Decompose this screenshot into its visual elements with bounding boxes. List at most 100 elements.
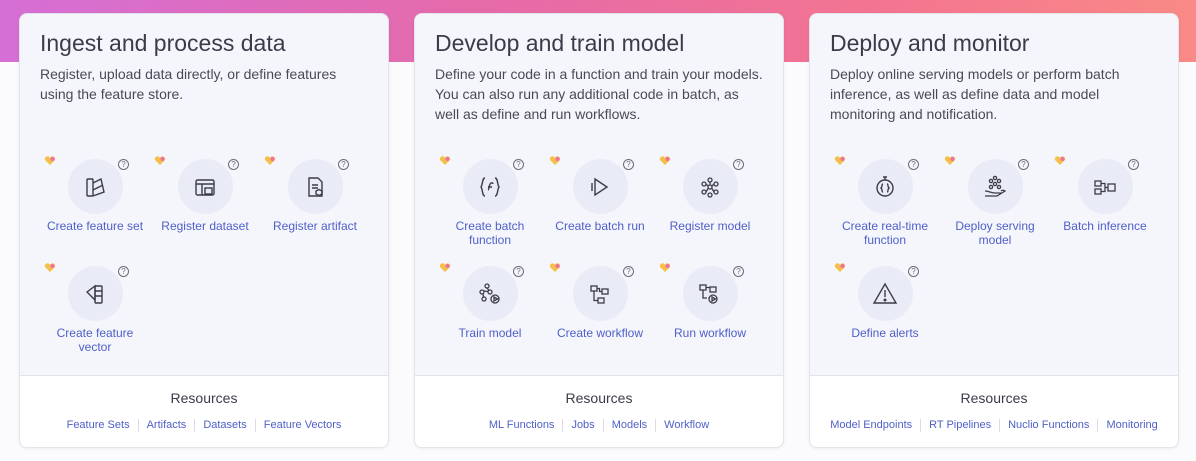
card-title: Ingest and process data <box>40 30 286 56</box>
resources-links: ML Functions Jobs Models Workflow <box>415 419 783 432</box>
card-title: Develop and train model <box>435 30 685 56</box>
alert-icon <box>857 266 913 321</box>
create-batch-function-button[interactable]: ? Create batch function <box>435 156 545 263</box>
heart-icon <box>944 156 956 165</box>
resource-link-models[interactable]: Models <box>602 419 655 432</box>
run-workflow-icon <box>682 266 738 321</box>
resource-link-workflow[interactable]: Workflow <box>655 419 717 432</box>
help-icon[interactable]: ? <box>513 159 524 170</box>
action-label: Create batch run <box>555 219 645 233</box>
heart-icon <box>549 156 561 165</box>
card-description: Deploy online serving models or perform … <box>830 66 1120 122</box>
resources-section: Resources Feature Sets Artifacts Dataset… <box>20 375 388 447</box>
help-icon[interactable]: ? <box>1128 159 1139 170</box>
action-label: Create workflow <box>556 326 644 340</box>
resource-link-rt-pipelines[interactable]: RT Pipelines <box>920 419 999 432</box>
create-feature-set-button[interactable]: ? Create feature set <box>40 156 150 263</box>
actions-grid: ? Create batch function ? Create batch r… <box>435 156 765 370</box>
heart-icon <box>439 156 451 165</box>
help-icon[interactable]: ? <box>513 266 524 277</box>
cards-container: Ingest and process data Register, upload… <box>19 13 1179 448</box>
resource-link-nuclio-functions[interactable]: Nuclio Functions <box>999 419 1097 432</box>
feature-vector-icon <box>67 266 123 321</box>
serving-model-icon <box>967 159 1023 214</box>
resource-link-feature-sets[interactable]: Feature Sets <box>59 419 138 432</box>
batch-inference-button[interactable]: ? Batch inference <box>1050 156 1160 263</box>
resources-section: Resources Model Endpoints RT Pipelines N… <box>810 375 1178 447</box>
help-icon[interactable]: ? <box>118 159 129 170</box>
heart-icon <box>659 156 671 165</box>
resources-links: Model Endpoints RT Pipelines Nuclio Func… <box>810 419 1178 432</box>
heart-icon <box>44 263 56 272</box>
batch-inference-icon <box>1077 159 1133 214</box>
resource-link-datasets[interactable]: Datasets <box>194 419 254 432</box>
resource-link-artifacts[interactable]: Artifacts <box>137 419 195 432</box>
action-label: Deploy serving model <box>955 219 1035 247</box>
card-description: Register, upload data directly, or defin… <box>40 66 337 102</box>
batch-function-icon <box>462 159 518 214</box>
help-icon[interactable]: ? <box>623 159 634 170</box>
register-artifact-button[interactable]: ? Register artifact <box>260 156 370 263</box>
resource-link-ml-functions[interactable]: ML Functions <box>481 419 563 432</box>
help-icon[interactable]: ? <box>1018 159 1029 170</box>
heart-icon <box>549 263 561 272</box>
create-workflow-button[interactable]: ? Create workflow <box>545 263 655 370</box>
create-feature-vector-button[interactable]: ? Create feature vector <box>40 263 150 370</box>
heart-icon <box>264 156 276 165</box>
card-deploy: Deploy and monitor Deploy online serving… <box>809 13 1179 448</box>
resource-link-monitoring[interactable]: Monitoring <box>1097 419 1165 432</box>
heart-icon <box>659 263 671 272</box>
heart-icon <box>44 156 56 165</box>
card-develop: Develop and train model Define your code… <box>414 13 784 448</box>
realtime-function-icon <box>857 159 913 214</box>
help-icon[interactable]: ? <box>623 266 634 277</box>
heart-icon <box>154 156 166 165</box>
artifact-icon <box>287 159 343 214</box>
register-model-button[interactable]: ? Register model <box>655 156 765 263</box>
actions-grid: ? Create feature set ? Register dataset … <box>40 156 370 370</box>
help-icon[interactable]: ? <box>733 159 744 170</box>
heart-icon <box>834 263 846 272</box>
help-icon[interactable]: ? <box>908 159 919 170</box>
help-icon[interactable]: ? <box>118 266 129 277</box>
help-icon[interactable]: ? <box>338 159 349 170</box>
create-batch-run-button[interactable]: ? Create batch run <box>545 156 655 263</box>
action-label: Batch inference <box>1063 219 1147 233</box>
train-model-button[interactable]: ? Train model <box>435 263 545 370</box>
resources-title: Resources <box>170 390 238 406</box>
feature-set-icon <box>67 159 123 214</box>
run-workflow-button[interactable]: ? Run workflow <box>655 263 765 370</box>
deploy-serving-model-button[interactable]: ? Deploy serving model <box>940 156 1050 263</box>
action-label: Create feature vector <box>56 326 134 354</box>
workflow-icon <box>572 266 628 321</box>
play-icon <box>572 159 628 214</box>
action-label: Create real-time function <box>841 219 929 247</box>
register-dataset-button[interactable]: ? Register dataset <box>150 156 260 263</box>
action-label: Register dataset <box>161 219 249 233</box>
card-description: Define your code in a function and train… <box>435 66 763 122</box>
resource-link-feature-vectors[interactable]: Feature Vectors <box>254 419 350 432</box>
dataset-icon <box>177 159 233 214</box>
resource-link-model-endpoints[interactable]: Model Endpoints <box>822 419 920 432</box>
help-icon[interactable]: ? <box>228 159 239 170</box>
train-model-icon <box>462 266 518 321</box>
help-icon[interactable]: ? <box>908 266 919 277</box>
action-label: Register artifact <box>272 219 358 233</box>
action-label: Train model <box>458 326 522 340</box>
resource-link-jobs[interactable]: Jobs <box>562 419 602 432</box>
create-realtime-function-button[interactable]: ? Create real-time function <box>830 156 940 263</box>
model-icon <box>682 159 738 214</box>
action-label: Run workflow <box>673 326 747 340</box>
actions-grid: ? Create real-time function ? Deploy ser… <box>830 156 1160 370</box>
action-label: Create batch function <box>455 219 525 247</box>
action-label: Define alerts <box>851 326 919 340</box>
resources-title: Resources <box>565 390 633 406</box>
resources-section: Resources ML Functions Jobs Models Workf… <box>415 375 783 447</box>
action-label: Create feature set <box>46 219 144 233</box>
help-icon[interactable]: ? <box>733 266 744 277</box>
define-alerts-button[interactable]: ? Define alerts <box>830 263 940 370</box>
resources-title: Resources <box>960 390 1028 406</box>
action-label: Register model <box>669 219 751 233</box>
card-title: Deploy and monitor <box>830 30 1030 56</box>
heart-icon <box>834 156 846 165</box>
